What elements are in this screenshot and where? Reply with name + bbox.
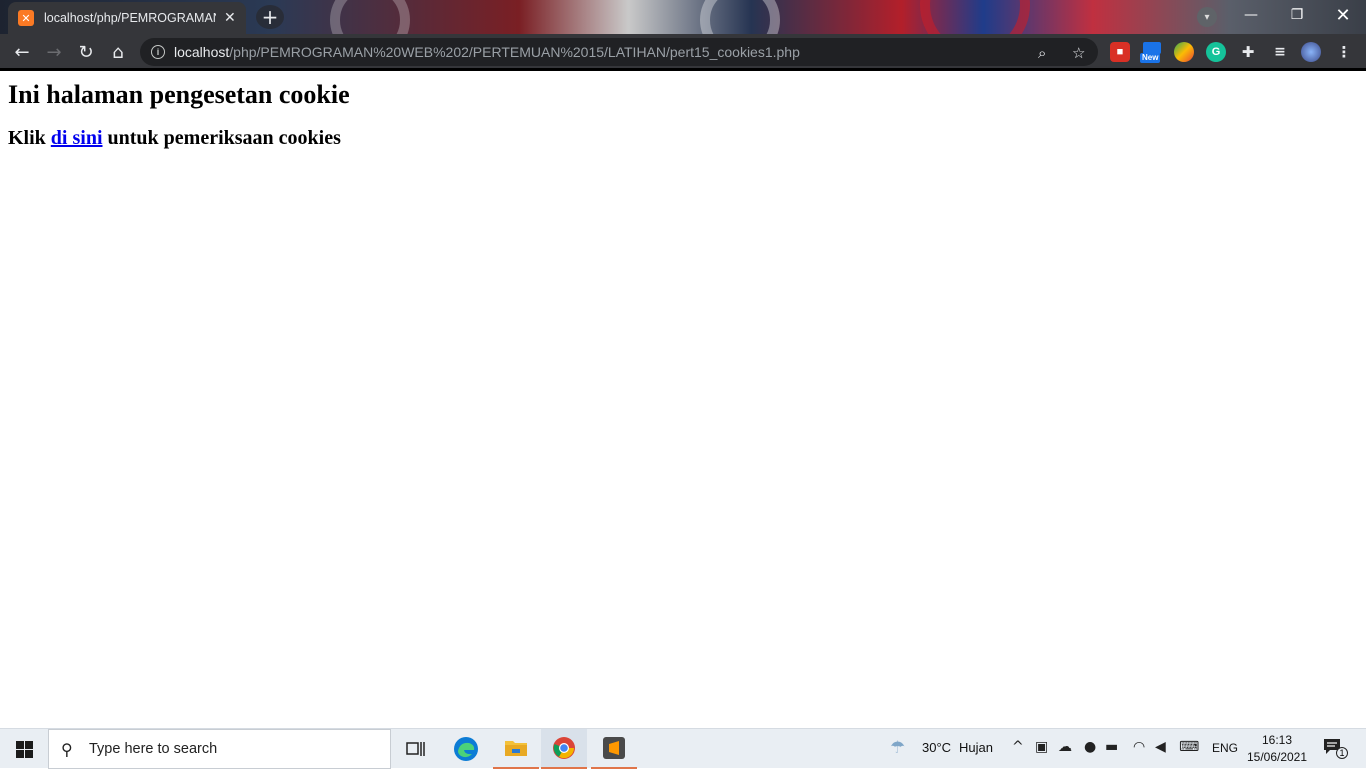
browser-tab-strip: ✕ localhost/php/PEMROGRAMAN ✕ + ▾ — ❐ ✕	[0, 0, 1366, 34]
instruction-text: Klik di sini untuk pemeriksaan cookies	[8, 126, 350, 150]
extensions-puzzle-icon[interactable]: ✚	[1238, 42, 1258, 62]
close-window-icon[interactable]: ✕	[1320, 0, 1366, 30]
url-path: /php/PEMROGRAMAN%20WEB%202/PERTEMUAN%201…	[229, 44, 800, 60]
new-badge: New	[1140, 53, 1161, 63]
zoom-icon[interactable]: ⌕	[1038, 44, 1046, 62]
wallpaper-decoration	[330, 0, 410, 34]
weather-temp[interactable]: 30°C	[922, 740, 951, 755]
minimize-icon[interactable]: —	[1228, 0, 1274, 30]
sublime-text-icon	[603, 737, 625, 759]
task-view-icon	[406, 742, 425, 756]
keyboard-icon[interactable]: ⌨	[1179, 739, 1199, 755]
onedrive-cloud-icon[interactable]: ☁	[1058, 739, 1072, 755]
wallpaper-decoration	[700, 0, 780, 34]
cookie-check-link[interactable]: di sini	[51, 127, 103, 149]
xampp-icon: ✕	[18, 10, 34, 26]
wallpaper-decoration	[920, 0, 1030, 34]
task-view-button[interactable]	[393, 729, 439, 769]
show-hidden-icons-icon[interactable]: ^	[1012, 739, 1024, 755]
media-queue-icon[interactable]: ≡	[1270, 42, 1290, 62]
chrome-icon	[553, 737, 575, 759]
lock-extension-icon[interactable]: ■	[1110, 42, 1130, 62]
taskbar-edge[interactable]	[443, 729, 489, 769]
taskbar: ⚲ Type here to search ☂ 30°C Hujan ^ ▣ ☁…	[0, 728, 1366, 769]
meet-now-icon[interactable]: ▣	[1035, 739, 1048, 755]
clock-date: 15/06/2021	[1246, 750, 1308, 764]
close-tab-icon[interactable]: ✕	[224, 10, 236, 26]
restore-icon[interactable]: ❐	[1274, 0, 1320, 30]
page-content: Ini halaman pengesetan cookie Klik di si…	[8, 80, 350, 150]
taskbar-file-explorer[interactable]	[493, 729, 539, 769]
browser-tab[interactable]: ✕ localhost/php/PEMROGRAMAN ✕	[8, 2, 246, 34]
edge-icon	[454, 737, 478, 761]
tab-search-icon[interactable]: ▾	[1197, 7, 1217, 27]
notification-count: 1	[1336, 747, 1348, 759]
url-host: localhost	[174, 44, 230, 60]
site-info-icon[interactable]: i	[151, 45, 165, 59]
bookmark-star-icon[interactable]: ☆	[1072, 44, 1085, 62]
input-language[interactable]: ENG	[1212, 741, 1238, 755]
folder-icon	[505, 741, 527, 756]
text-after-link: untuk pemeriksaan cookies	[102, 127, 341, 149]
weather-rain-icon[interactable]: ☂	[890, 738, 905, 758]
new-extension-icon[interactable]: New	[1140, 42, 1164, 64]
back-button[interactable]: ←	[6, 36, 38, 68]
taskbar-sublime-text[interactable]	[591, 729, 637, 769]
reload-button[interactable]: ↻	[70, 36, 102, 68]
volume-icon[interactable]: ◀	[1155, 739, 1166, 755]
notification-center-button[interactable]: 1	[1322, 737, 1348, 761]
browser-toolbar: ← → ↻ ⌂ i localhost/php/PEMROGRAMAN%20WE…	[0, 34, 1366, 70]
address-bar[interactable]: i localhost/php/PEMROGRAMAN%20WEB%202/PE…	[140, 38, 1098, 66]
tab-title: localhost/php/PEMROGRAMAN	[44, 11, 216, 25]
search-icon: ⚲	[61, 739, 73, 759]
profile-avatar[interactable]	[1301, 42, 1321, 62]
new-tab-button[interactable]: +	[256, 5, 284, 29]
menu-icon[interactable]: ⋮	[1334, 42, 1354, 62]
windows-logo-icon	[15, 740, 33, 758]
taskbar-chrome[interactable]	[541, 729, 587, 769]
home-button[interactable]: ⌂	[102, 36, 134, 68]
url-text[interactable]: localhost/php/PEMROGRAMAN%20WEB%202/PERT…	[174, 44, 800, 60]
microphone-icon[interactable]: ●	[1084, 739, 1096, 755]
page-heading: Ini halaman pengesetan cookie	[8, 80, 350, 109]
search-placeholder: Type here to search	[89, 741, 218, 757]
color-extension-icon[interactable]	[1174, 42, 1194, 62]
forward-button[interactable]: →	[38, 36, 70, 68]
battery-icon[interactable]: ▬	[1105, 739, 1118, 755]
text-before-link: Klik	[8, 127, 51, 149]
taskbar-clock[interactable]: 16:13 15/06/2021	[1244, 732, 1310, 766]
grammarly-icon[interactable]: G	[1206, 42, 1226, 62]
clock-time: 16:13	[1261, 733, 1293, 747]
weather-desc[interactable]: Hujan	[959, 740, 993, 755]
start-button[interactable]	[0, 729, 48, 769]
wifi-icon[interactable]: ◠	[1133, 739, 1145, 755]
taskbar-search-box[interactable]: ⚲ Type here to search	[48, 729, 391, 769]
toolbar-divider	[0, 68, 1366, 71]
